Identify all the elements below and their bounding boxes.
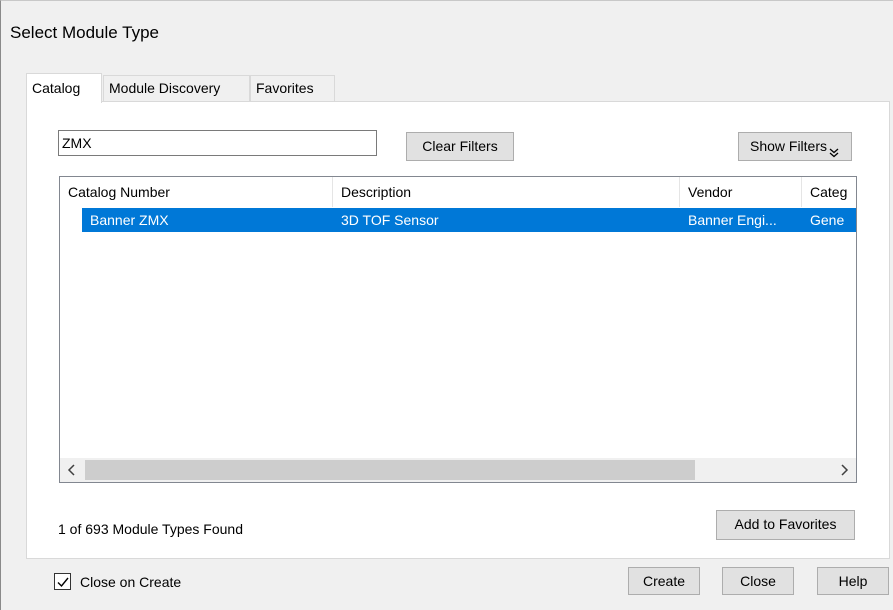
- help-button[interactable]: Help: [817, 567, 889, 595]
- column-header-vendor[interactable]: Vendor: [680, 177, 801, 207]
- create-button[interactable]: Create: [628, 567, 700, 595]
- horizontal-scrollbar[interactable]: [60, 458, 856, 482]
- close-button[interactable]: Close: [722, 567, 794, 595]
- chevron-left-icon[interactable]: [60, 458, 84, 482]
- checkmark-icon: [57, 577, 69, 588]
- tab-catalog-label: Catalog: [32, 80, 81, 96]
- dialog-title: Select Module Type: [10, 23, 159, 42]
- clear-filters-button[interactable]: Clear Filters: [406, 132, 514, 161]
- filter-input[interactable]: [58, 130, 377, 156]
- show-filters-label: Show Filters: [749, 138, 828, 154]
- clear-filters-label: Clear Filters: [422, 138, 498, 154]
- add-to-favorites-label: Add to Favorites: [734, 516, 837, 532]
- close-label: Close: [740, 573, 776, 589]
- scrollbar-thumb[interactable]: [85, 460, 695, 480]
- column-header-catalog-number[interactable]: Catalog Number: [60, 177, 332, 207]
- tab-favorites-label: Favorites: [256, 80, 314, 96]
- close-on-create-label: Close on Create: [80, 574, 182, 590]
- cell-catalog-number: Banner ZMX: [90, 212, 169, 228]
- tab-module-discovery-label: Module Discovery: [109, 80, 221, 96]
- create-label: Create: [642, 573, 686, 589]
- cell-vendor: Banner Engi...: [688, 212, 777, 228]
- module-type-list[interactable]: Catalog Number Description Vendor Categ …: [59, 176, 857, 483]
- tab-catalog[interactable]: Catalog: [26, 73, 102, 103]
- results-count: 1 of 693 Module Types Found: [58, 521, 243, 537]
- column-header-description[interactable]: Description: [333, 177, 679, 207]
- add-to-favorites-button[interactable]: Add to Favorites: [716, 510, 855, 540]
- show-filters-button[interactable]: Show Filters: [738, 132, 852, 161]
- select-module-type-dialog: Select Module Type Catalog Module Discov…: [0, 0, 893, 610]
- cell-category: Gene: [810, 212, 845, 228]
- tab-module-discovery[interactable]: Module Discovery: [103, 75, 250, 101]
- checkbox-box[interactable]: [54, 573, 71, 590]
- cell-description: 3D TOF Sensor: [341, 212, 439, 228]
- double-chevron-down-icon: [828, 141, 840, 158]
- help-label: Help: [838, 573, 868, 589]
- chevron-right-icon[interactable]: [832, 458, 856, 482]
- column-header-category[interactable]: Categ: [802, 177, 856, 207]
- tab-favorites[interactable]: Favorites: [250, 75, 335, 101]
- table-row[interactable]: Banner ZMX 3D TOF Sensor Banner Engi... …: [82, 208, 856, 232]
